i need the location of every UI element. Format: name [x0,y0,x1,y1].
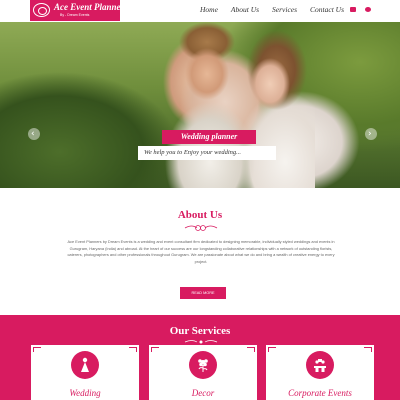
logo-tagline: By - Dream Events [60,13,90,17]
chevron-left-icon: ‹ [31,129,35,139]
service-label: Corporate Events [288,388,352,398]
nav-item-services[interactable]: Services [272,5,297,14]
logo-title: Ace Event Planners [54,2,128,12]
slider-next-button[interactable]: › [365,128,377,140]
corner-ornament-icon [129,347,137,352]
flower-decor-icon [189,351,217,379]
services-title: Our Services [169,325,231,337]
about-section: About Us Ace Event Planners by Dream Eve… [0,188,400,315]
ornament-icon [184,225,218,231]
hero-badge: Wedding planner [162,130,256,144]
about-title: About Us [177,209,223,221]
logo[interactable]: Ace Event Planners By - Dream Events [30,0,128,21]
chevron-right-icon: › [368,129,372,139]
service-label: Decor [191,388,215,398]
mail-icon[interactable] [350,7,356,12]
about-text: Ace Event Planners by Dream Events is a … [67,239,335,264]
nav-item-about[interactable]: About Us [231,5,259,14]
main-nav: Home About Us Services Contact Us [200,5,357,14]
corner-ornament-icon [33,347,41,352]
corporate-event-icon [306,351,334,379]
site-header: Ace Event Planners By - Dream Events Hom… [0,0,400,22]
corner-ornament-icon [247,347,255,352]
service-label: Wedding [69,388,101,398]
corner-ornament-icon [364,347,372,352]
hero-caption: We help you to Enjoy your wedding... [138,146,276,160]
logo-rings-icon [33,3,50,17]
nav-item-contact[interactable]: Contact Us [310,5,344,14]
hero-slider: ‹ › Wedding planner We help you to Enjoy… [0,22,400,188]
bride-icon [71,351,99,379]
services-section: Our Services Wedding Decor Corporate Eve… [0,315,400,400]
google-plus-icon[interactable] [365,7,371,12]
hero-image [165,22,315,188]
nav-item-home[interactable]: Home [200,5,218,14]
service-card-wedding[interactable]: Wedding [31,345,139,400]
service-card-decor[interactable]: Decor [149,345,257,400]
service-card-corporate[interactable]: Corporate Events [266,345,374,400]
corner-ornament-icon [151,347,159,352]
corner-ornament-icon [268,347,276,352]
read-more-button[interactable]: READ MORE [180,287,226,299]
slider-prev-button[interactable]: ‹ [28,128,40,140]
